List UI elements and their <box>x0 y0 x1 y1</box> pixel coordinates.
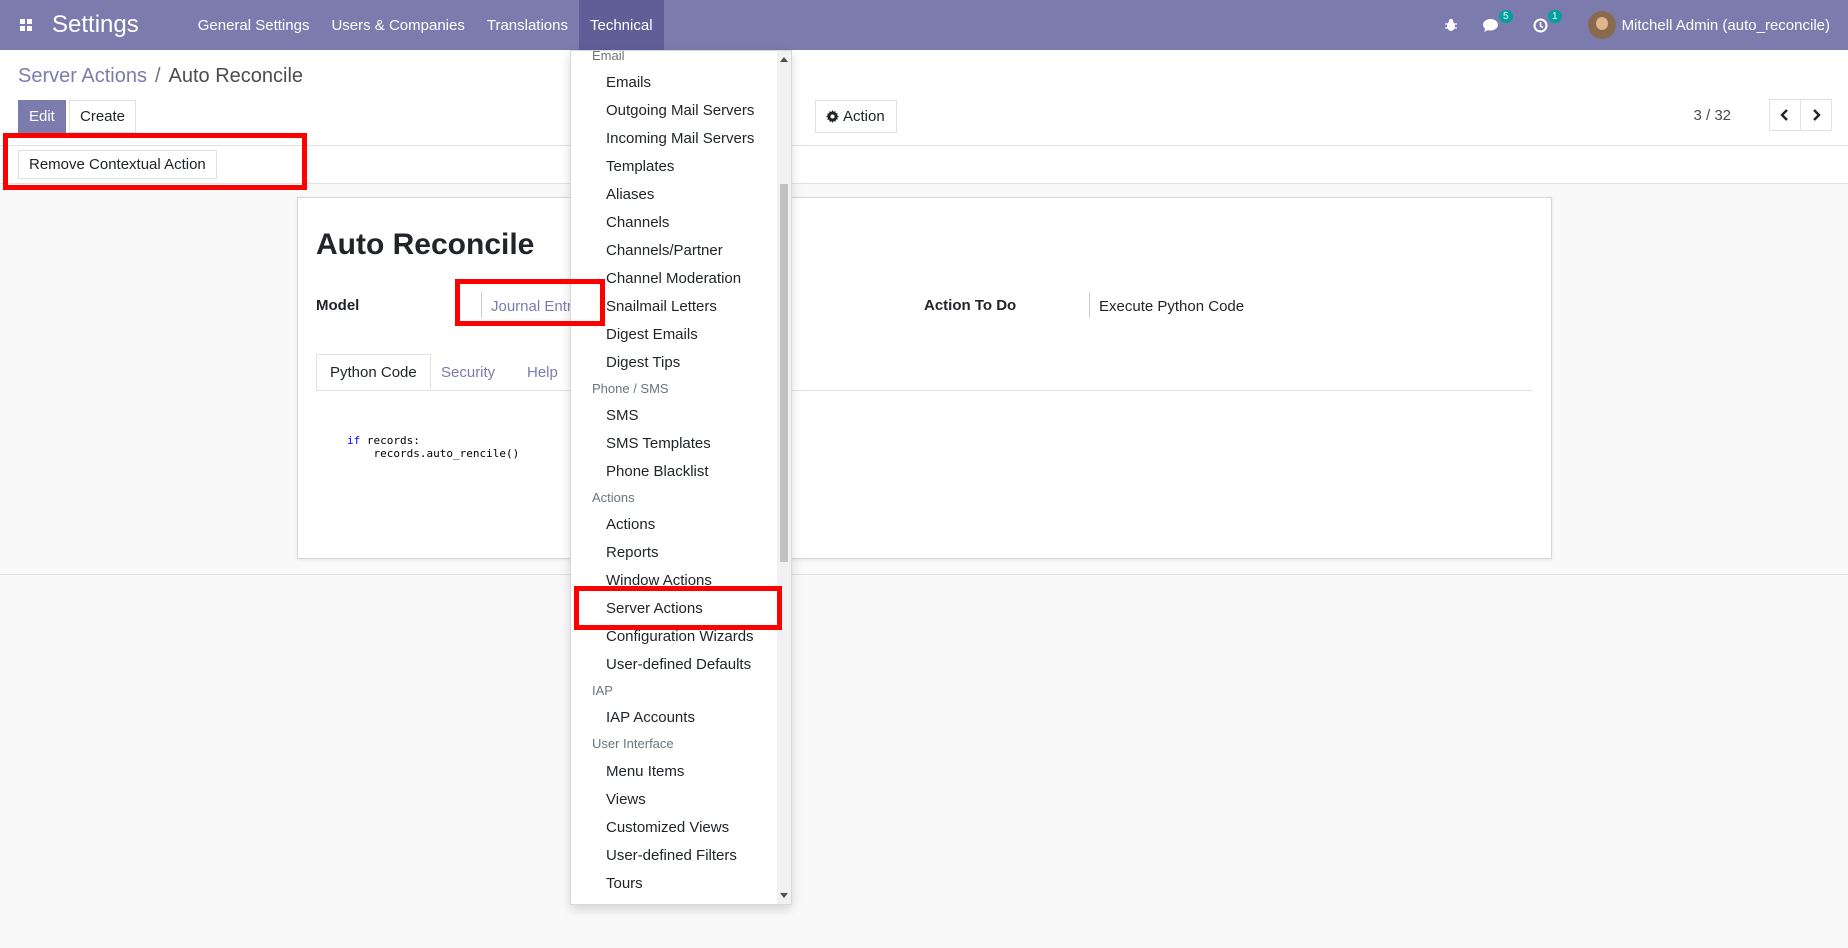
user-name: Mitchell Admin (auto_reconcile) <box>1621 16 1830 34</box>
user-avatar <box>1587 11 1616 39</box>
top-navbar: Settings General Settings Users & Compan… <box>0 0 1848 50</box>
menu-item-channel-moderation[interactable]: Channel Moderation <box>606 270 741 287</box>
dropdown-scroll-thumb[interactable] <box>780 184 788 562</box>
menu-item-iap-accounts[interactable]: IAP Accounts <box>606 709 695 726</box>
menu-item-customized-views[interactable]: Customized Views <box>606 819 729 836</box>
breadcrumb-server-actions[interactable]: Server Actions <box>18 65 147 87</box>
menu-item-emails[interactable]: Emails <box>606 74 651 91</box>
highlight-model-field <box>455 279 605 326</box>
dropdown-header-email: Email <box>592 50 625 63</box>
highlight-server-actions-item <box>574 586 782 630</box>
menu-item-incoming-mail-servers[interactable]: Incoming Mail Servers <box>606 130 754 147</box>
menu-technical[interactable]: Technical <box>579 0 664 50</box>
activities-count-badge: 1 <box>1548 9 1562 23</box>
menu-translations[interactable]: Translations <box>476 0 579 50</box>
menu-item-sms[interactable]: SMS <box>606 407 639 424</box>
dropdown-scrollbar[interactable] <box>777 51 791 904</box>
highlight-remove-contextual-action <box>3 133 307 190</box>
menu-item-channels-partner[interactable]: Channels/Partner <box>606 242 723 259</box>
top-menu: General Settings Users & Companies Trans… <box>187 0 664 50</box>
action-to-do-value[interactable]: Execute Python Code <box>1099 298 1244 315</box>
technical-dropdown-menu: Email Emails Outgoing Mail Servers Incom… <box>570 50 792 905</box>
dropdown-header-actions: Actions <box>592 490 635 505</box>
dropdown-header-phone-sms: Phone / SMS <box>592 381 669 396</box>
model-label: Model <box>316 297 360 314</box>
user-menu[interactable]: Mitchell Admin (auto_reconcile) <box>1587 11 1830 39</box>
scroll-up-arrow-icon[interactable] <box>780 57 788 62</box>
menu-item-templates[interactable]: Templates <box>606 158 674 175</box>
pager-next-button[interactable] <box>1800 99 1832 131</box>
menu-item-tours[interactable]: Tours <box>606 875 643 892</box>
menu-item-menu-items[interactable]: Menu Items <box>606 763 684 780</box>
menu-item-digest-tips[interactable]: Digest Tips <box>606 354 680 371</box>
menu-item-reports[interactable]: Reports <box>606 544 659 561</box>
form-sheet: Auto Reconcile Model Journal Entry Actio… <box>297 197 1552 559</box>
menu-item-outgoing-mail-servers[interactable]: Outgoing Mail Servers <box>606 102 754 119</box>
code-line-1: records: <box>360 434 420 447</box>
menu-item-snailmail-letters[interactable]: Snailmail Letters <box>606 298 717 315</box>
dropdown-header-iap: IAP <box>592 683 613 698</box>
record-title: Auto Reconcile <box>316 228 535 261</box>
chevron-left-icon <box>1780 109 1788 121</box>
form-sheet-area: Auto Reconcile Model Journal Entry Actio… <box>0 184 1848 575</box>
tab-security[interactable]: Security <box>428 354 508 390</box>
menu-item-channels[interactable]: Channels <box>606 214 669 231</box>
action-button-label: Action <box>843 108 885 125</box>
chevron-right-icon <box>1813 109 1821 121</box>
gear-icon <box>826 110 839 123</box>
action-dropdown-button[interactable]: Action <box>815 100 897 133</box>
control-panel: Server Actions / Auto Reconcile Edit Creat… <box>0 50 1848 146</box>
scroll-down-arrow-icon[interactable] <box>780 893 788 898</box>
edit-button[interactable]: Edit <box>18 100 66 133</box>
code-keyword: if <box>347 434 361 447</box>
code-line-2: records.auto_rencile() <box>347 447 520 460</box>
breadcrumb: Server Actions / Auto Reconcile <box>18 65 303 88</box>
menu-item-views[interactable]: Views <box>606 791 646 808</box>
app-brand[interactable]: Settings <box>52 11 139 39</box>
messages-count-badge: 5 <box>1499 9 1513 23</box>
menu-users-companies[interactable]: Users & Companies <box>320 0 475 50</box>
menu-item-aliases[interactable]: Aliases <box>606 186 654 203</box>
action-to-do-label: Action To Do <box>924 297 1017 314</box>
apps-menu-icon[interactable] <box>0 0 52 50</box>
breadcrumb-separator: / <box>154 65 161 87</box>
menu-item-actions[interactable]: Actions <box>606 516 655 533</box>
pager-value[interactable]: 3 / 32 <box>1693 107 1731 124</box>
notebook-tabs: Python Code Security Help <box>316 354 1532 391</box>
menu-item-user-defined-defaults[interactable]: User-defined Defaults <box>606 656 751 673</box>
create-button[interactable]: Create <box>69 100 137 133</box>
tab-python-code[interactable]: Python Code <box>316 354 431 390</box>
python-code-editor[interactable]: if records: records.auto_rencile() <box>347 434 519 460</box>
menu-item-phone-blacklist[interactable]: Phone Blacklist <box>606 463 709 480</box>
pager-previous-button[interactable] <box>1769 99 1801 131</box>
debug-bug-icon[interactable] <box>1444 18 1458 32</box>
dropdown-header-user-interface: User Interface <box>592 736 674 751</box>
breadcrumb-current: Auto Reconcile <box>168 65 304 87</box>
menu-general-settings[interactable]: General Settings <box>187 0 321 50</box>
menu-item-sms-templates[interactable]: SMS Templates <box>606 435 711 452</box>
action-field-separator <box>1089 292 1090 318</box>
activities-clock-icon[interactable]: 1 <box>1533 9 1562 33</box>
messages-chat-icon[interactable]: 5 <box>1482 9 1513 33</box>
tab-help[interactable]: Help <box>514 354 571 390</box>
menu-item-digest-emails[interactable]: Digest Emails <box>606 326 698 343</box>
menu-item-configuration-wizards[interactable]: Configuration Wizards <box>606 628 754 645</box>
systray: 5 1 Mitchell Admin (auto_reconcile) <box>1432 0 1848 50</box>
menu-item-user-defined-filters[interactable]: User-defined Filters <box>606 847 737 864</box>
